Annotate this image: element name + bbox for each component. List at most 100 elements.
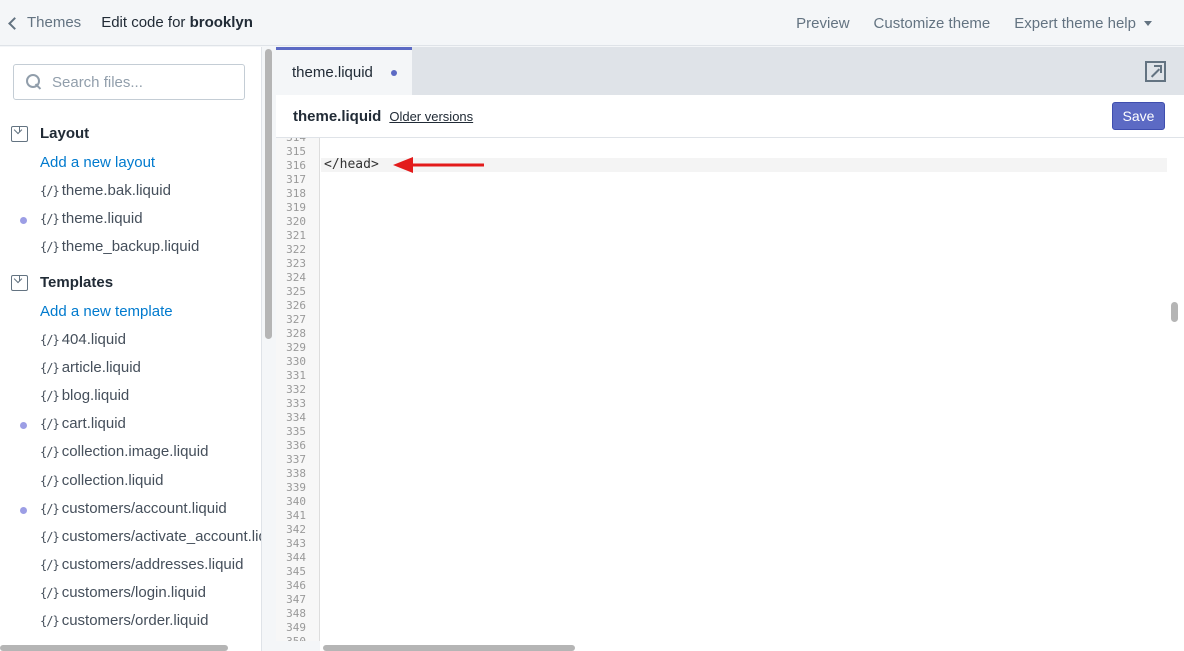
search-icon xyxy=(26,74,42,90)
liquid-file-icon: {/} xyxy=(40,417,60,432)
line-number: 334 xyxy=(286,411,306,424)
modified-dot xyxy=(20,506,27,514)
file-name: customers/account.liquid xyxy=(61,499,227,517)
liquid-file-icon: {/} xyxy=(40,614,60,628)
line-number: 326 xyxy=(286,299,306,312)
top-nav: Preview Customize theme Expert theme hel… xyxy=(772,0,1152,46)
editor-tab-bar: theme.liquid xyxy=(276,47,1184,95)
line-number: 324 xyxy=(286,271,306,284)
file-name: customers/login.liquid xyxy=(61,583,206,601)
expert-help-label: Expert theme help xyxy=(1014,14,1136,32)
line-number: 315 xyxy=(286,145,306,158)
add-new-template-link[interactable]: Add a new template xyxy=(40,303,173,320)
line-number: 318 xyxy=(286,187,306,200)
preview-link[interactable]: Preview xyxy=(796,15,849,32)
file-name: blog.liquid xyxy=(61,387,130,405)
sidebar-horizontal-scrollbar-thumb[interactable] xyxy=(0,645,228,651)
liquid-file-icon: {/} xyxy=(40,389,60,404)
section-layout[interactable]: Layout xyxy=(11,125,89,142)
line-number: 342 xyxy=(286,523,306,536)
caret-down-icon xyxy=(1144,20,1152,26)
liquid-file-icon: {/} xyxy=(40,240,60,255)
line-number: 349 xyxy=(286,621,306,634)
current-file-name: theme.liquid xyxy=(293,107,382,125)
expert-theme-help-dropdown[interactable]: Expert theme help xyxy=(1014,15,1152,32)
line-number: 332 xyxy=(286,383,306,396)
line-number: 322 xyxy=(286,243,306,256)
liquid-file-icon: {/} xyxy=(40,445,60,460)
sidebar-file-item[interactable]: {/}customers/activate_account.liquid xyxy=(40,527,261,545)
line-number: 333 xyxy=(286,397,306,410)
top-bar: Themes Edit code for brooklyn Preview Cu… xyxy=(0,0,1184,46)
line-number-gutter: 3143153163173183193203213223233243253263… xyxy=(276,138,320,641)
sidebar-scrollbar[interactable] xyxy=(263,47,273,651)
sidebar-file-item[interactable]: {/} customers/addresses.liquid xyxy=(40,556,243,573)
line-number: 314 xyxy=(276,138,306,145)
sidebar-file-item[interactable]: {/} 404.liquid xyxy=(40,331,126,348)
line-number: 341 xyxy=(286,509,306,522)
fullscreen-expand-icon[interactable] xyxy=(1145,61,1166,82)
editor-vertical-scrollbar[interactable] xyxy=(1167,138,1184,651)
line-number: 329 xyxy=(286,341,306,354)
file-name: theme.liquid xyxy=(61,210,143,228)
sidebar-file-item[interactable]: {/} collection.image.liquid xyxy=(40,443,208,460)
sidebar-file-item[interactable]: {/} customers/order.liquid xyxy=(40,612,208,629)
file-name: customers/activate_account.liquid xyxy=(61,527,261,545)
sidebar-file-item[interactable]: {/} theme.liquid xyxy=(40,210,143,227)
sidebar-file-item[interactable]: {/} customers/account.liquid xyxy=(40,500,227,517)
unsaved-indicator xyxy=(390,69,397,76)
tab-label: theme.liquid xyxy=(292,64,373,81)
line-number: 338 xyxy=(286,467,306,480)
line-number: 319 xyxy=(286,201,306,214)
sidebar-file-item[interactable]: {/} theme.bak.liquid xyxy=(40,182,171,199)
file-name: theme_backup.liquid xyxy=(61,238,200,256)
line-number: 347 xyxy=(286,593,306,606)
line-number: 317 xyxy=(286,173,306,186)
editor-horizontal-scrollbar[interactable] xyxy=(320,641,1167,651)
editor-vertical-scrollbar-thumb[interactable] xyxy=(1171,302,1178,322)
liquid-file-icon: {/} xyxy=(40,501,60,516)
file-name: 404.liquid xyxy=(61,331,126,348)
save-button[interactable]: Save xyxy=(1112,102,1165,130)
code-editor[interactable]: 3143153163173183193203213223233243253263… xyxy=(276,138,1167,641)
section-title: Templates xyxy=(40,274,114,291)
line-number: 316 xyxy=(286,159,306,172)
sidebar-file-item[interactable]: {/} theme_backup.liquid xyxy=(40,238,199,255)
file-name: article.liquid xyxy=(61,359,141,377)
red-arrow-annotation xyxy=(393,157,484,173)
sidebar-scrollbar-thumb[interactable] xyxy=(265,49,272,339)
line-number: 340 xyxy=(286,495,306,508)
liquid-file-icon: {/} xyxy=(40,212,60,227)
line-number: 327 xyxy=(286,313,306,326)
line-number: 339 xyxy=(286,481,306,494)
sidebar-file-item[interactable]: {/} collection.liquid xyxy=(40,472,163,489)
file-name: customers/order.liquid xyxy=(61,612,209,629)
line-number: 336 xyxy=(286,439,306,452)
file-name: customers/addresses.liquid xyxy=(61,555,244,573)
sidebar-file-item[interactable]: {/} article.liquid xyxy=(40,359,141,376)
customize-theme-link[interactable]: Customize theme xyxy=(874,15,991,32)
section-templates[interactable]: Templates xyxy=(11,274,113,291)
tab-theme-liquid[interactable]: theme.liquid xyxy=(276,47,412,95)
line-number: 348 xyxy=(286,607,306,620)
folder-download-icon xyxy=(11,125,28,142)
liquid-file-icon: {/} xyxy=(40,184,60,198)
code-line[interactable]: </head> xyxy=(324,157,379,173)
line-number: 343 xyxy=(286,537,306,550)
sidebar-file-item[interactable]: {/} blog.liquid xyxy=(40,387,129,404)
sidebar-file-item[interactable]: {/} cart.liquid xyxy=(40,415,126,432)
back-to-themes-link[interactable]: Themes xyxy=(8,14,81,31)
line-number: 346 xyxy=(286,579,306,592)
search-box[interactable] xyxy=(13,64,245,100)
modified-dot xyxy=(20,422,27,430)
add-new-layout-link[interactable]: Add a new layout xyxy=(40,154,155,171)
search-files-input[interactable] xyxy=(52,73,232,91)
line-number: 331 xyxy=(286,369,306,382)
editor-horizontal-scrollbar-thumb[interactable] xyxy=(323,645,575,651)
line-number: 350 xyxy=(276,635,306,641)
line-number: 325 xyxy=(286,285,306,298)
liquid-file-icon: {/} xyxy=(40,333,60,347)
sidebar-file-item[interactable]: {/} customers/login.liquid xyxy=(40,584,206,601)
older-versions-link[interactable]: Older versions xyxy=(389,109,473,124)
folder-download-icon xyxy=(11,274,28,291)
